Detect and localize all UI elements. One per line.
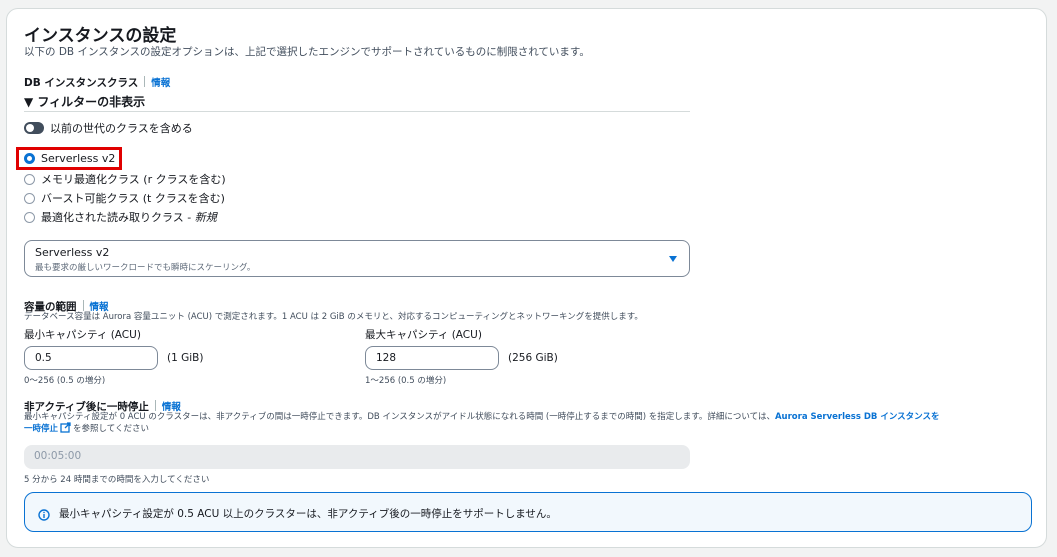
include-previous-row: 以前の世代のクラスを含める [24,120,193,136]
db-class-header: DB インスタンスクラス 情報 [24,71,170,90]
min-capacity-label: 最小キャパシティ (ACU) [24,329,141,341]
pause-duration-input[interactable]: 00:05:00 [24,445,690,469]
alert-text: 最小キャパシティ設定が 0.5 ACU 以上のクラスターは、非アクティブ後の一時… [59,508,557,520]
radio-label: 最適化された読み取りクラス - [41,211,195,224]
max-capacity-input[interactable]: 128 [365,346,499,370]
min-capacity-unit: (1 GiB) [167,352,204,364]
max-capacity-unit: (256 GiB) [508,352,558,364]
min-capacity-hint: 0～256 (0.5 の増分) [24,376,106,386]
radio-label: Serverless v2 [41,152,116,165]
pause-duration-hint: 5 分から 24 時間までの時間を入力してください [24,475,210,485]
radio-indicator[interactable] [24,193,35,204]
radio-label: バースト可能クラス (t クラスを含む) [41,192,225,205]
caret-down-icon [669,256,677,262]
instance-class-select[interactable]: Serverless v2 最も要求の厳しいワークロードでも瞬時にスケーリング。 [24,240,690,277]
pause-description-tail: を参照してください [73,424,150,434]
pause-description-line2: 一時停止 を参照してください [24,422,149,436]
pause-docs-link[interactable]: Aurora Serverless DB インスタンスを [775,412,940,422]
info-alert: 最小キャパシティ設定が 0.5 ACU 以上のクラスターは、非アクティブ後の一時… [24,492,1032,532]
info-icon [38,506,50,525]
db-class-info-link[interactable]: 情報 [151,78,170,89]
radio-serverless-v2[interactable]: Serverless v2 [24,152,115,165]
pause-docs-link-cont[interactable]: 一時停止 [24,424,58,434]
select-title: Serverless v2 [35,246,110,259]
pause-description-text: 最小キャパシティ設定が 0 ACU のクラスターは、非アクティブの間は一時停止で… [24,412,775,422]
radio-selected-indicator[interactable] [24,153,35,164]
external-link-icon[interactable] [60,422,71,436]
section-title: インスタンスの設定 [24,26,177,46]
radio-label: メモリ最適化クラス (r クラスを含む) [41,173,226,186]
pause-description: 最小キャパシティ設定が 0 ACU のクラスターは、非アクティブの間は一時停止で… [24,410,940,422]
section-description: 以下の DB インスタンスの設定オプションは、上記で選択したエンジンでサポートさ… [24,46,590,58]
select-subtitle: 最も要求の厳しいワークロードでも瞬時にスケーリング。 [35,263,256,273]
radio-memory-optimized[interactable]: メモリ最適化クラス (r クラスを含む) [24,171,226,187]
filter-divider [24,111,690,112]
radio-burstable[interactable]: バースト可能クラス (t クラスを含む) [24,190,225,206]
filter-toggle[interactable]: ▼ フィルターの非表示 [24,93,145,110]
min-capacity-input[interactable]: 0.5 [24,346,158,370]
instance-settings-panel: インスタンスの設定 以下の DB インスタンスの設定オプションは、上記で選択した… [6,8,1047,548]
max-capacity-label: 最大キャパシティ (ACU) [365,329,482,341]
radio-optimized-reads[interactable]: 最適化された読み取りクラス - 新規 [24,209,217,225]
include-previous-toggle[interactable] [24,122,44,134]
include-previous-label: 以前の世代のクラスを含める [50,122,193,135]
divider [144,76,146,87]
capacity-description: データベース容量は Aurora 容量ユニット (ACU) で測定されます。1 … [24,312,643,322]
radio-indicator[interactable] [24,174,35,185]
new-badge: 新規 [194,211,217,224]
max-capacity-hint: 1～256 (0.5 の増分) [365,376,447,386]
radio-indicator[interactable] [24,212,35,223]
db-class-label: DB インスタンスクラス [24,77,139,89]
